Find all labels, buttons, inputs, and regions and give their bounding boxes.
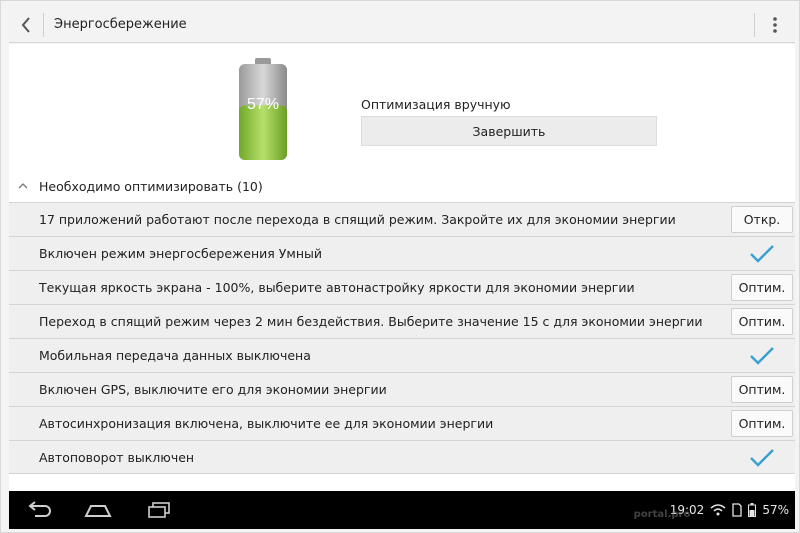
back-button[interactable]: [9, 7, 43, 43]
item-text: Мобильная передача данных выключена: [39, 348, 311, 363]
back-nav-icon[interactable]: [25, 500, 53, 520]
list-item: Включен режим энергосбережения Умный: [9, 236, 795, 270]
list-item: Автоповорот выключен: [9, 440, 795, 474]
more-vert-icon: [773, 17, 777, 33]
clock: 19:02: [669, 503, 705, 517]
open-button[interactable]: Откр.: [731, 206, 793, 233]
action-bar: Энергосбережение: [9, 7, 795, 43]
chevron-left-icon: [21, 17, 30, 33]
checkmark-icon: [750, 347, 774, 365]
checkmark-icon: [750, 245, 774, 263]
list-item: Переход в спящий режим через 2 мин безде…: [9, 304, 795, 338]
battery-percent: 57%: [247, 96, 279, 113]
issues-list: 17 приложений работают после перехода в …: [9, 202, 795, 474]
item-text: Включен режим энергосбережения Умный: [39, 246, 322, 261]
status-area: 19:02 57%: [670, 491, 789, 529]
list-item: Автосинхронизация включена, выключите ее…: [9, 406, 795, 440]
chevron-up-icon: [9, 182, 37, 190]
checkmark-icon: [750, 449, 774, 467]
item-text: Переход в спящий режим через 2 мин безде…: [39, 314, 703, 329]
item-text: Автосинхронизация включена, выключите ее…: [39, 416, 494, 431]
optimize-button[interactable]: Оптим.: [731, 410, 793, 437]
item-text: Автоповорот выключен: [39, 449, 195, 465]
content-area: 57% Оптимизация вручную Завершить Необхо…: [9, 44, 795, 491]
sim-icon: [732, 503, 742, 517]
list-item: 17 приложений работают после перехода в …: [9, 202, 795, 236]
battery-percent-status: 57%: [762, 503, 789, 517]
battery-icon: 57%: [239, 58, 287, 160]
home-icon[interactable]: [83, 500, 113, 520]
divider: [43, 13, 44, 37]
page-title: Энергосбережение: [54, 17, 187, 32]
finish-button[interactable]: Завершить: [361, 116, 657, 146]
item-text: Текущая яркость экрана - 100%, выберите …: [39, 280, 635, 295]
optimize-button[interactable]: Оптим.: [731, 376, 793, 403]
recent-apps-icon[interactable]: [145, 500, 173, 520]
optimize-button[interactable]: Оптим.: [731, 308, 793, 335]
section-title: Необходимо оптимизировать (10): [39, 178, 263, 194]
item-text: Включен GPS, выключите его для экономии …: [39, 382, 387, 397]
item-text: 17 приложений работают после перехода в …: [39, 212, 676, 227]
navigation-bar: 19:02 57%: [9, 491, 795, 529]
manual-optimization-label: Оптимизация вручную: [361, 97, 511, 112]
overflow-menu-button[interactable]: [755, 7, 795, 43]
section-header[interactable]: Необходимо оптимизировать (10): [9, 172, 795, 200]
battery-indicator: 57%: [231, 56, 295, 166]
optimize-button[interactable]: Оптим.: [731, 274, 793, 301]
battery-status-icon: [748, 503, 757, 517]
list-item: Текущая яркость экрана - 100%, выберите …: [9, 270, 795, 304]
screen: Энергосбережение 57% Оптимизация вручную…: [0, 0, 800, 533]
list-item: Включен GPS, выключите его для экономии …: [9, 372, 795, 406]
wifi-icon: [710, 504, 726, 516]
list-item: Мобильная передача данных выключена: [9, 338, 795, 372]
